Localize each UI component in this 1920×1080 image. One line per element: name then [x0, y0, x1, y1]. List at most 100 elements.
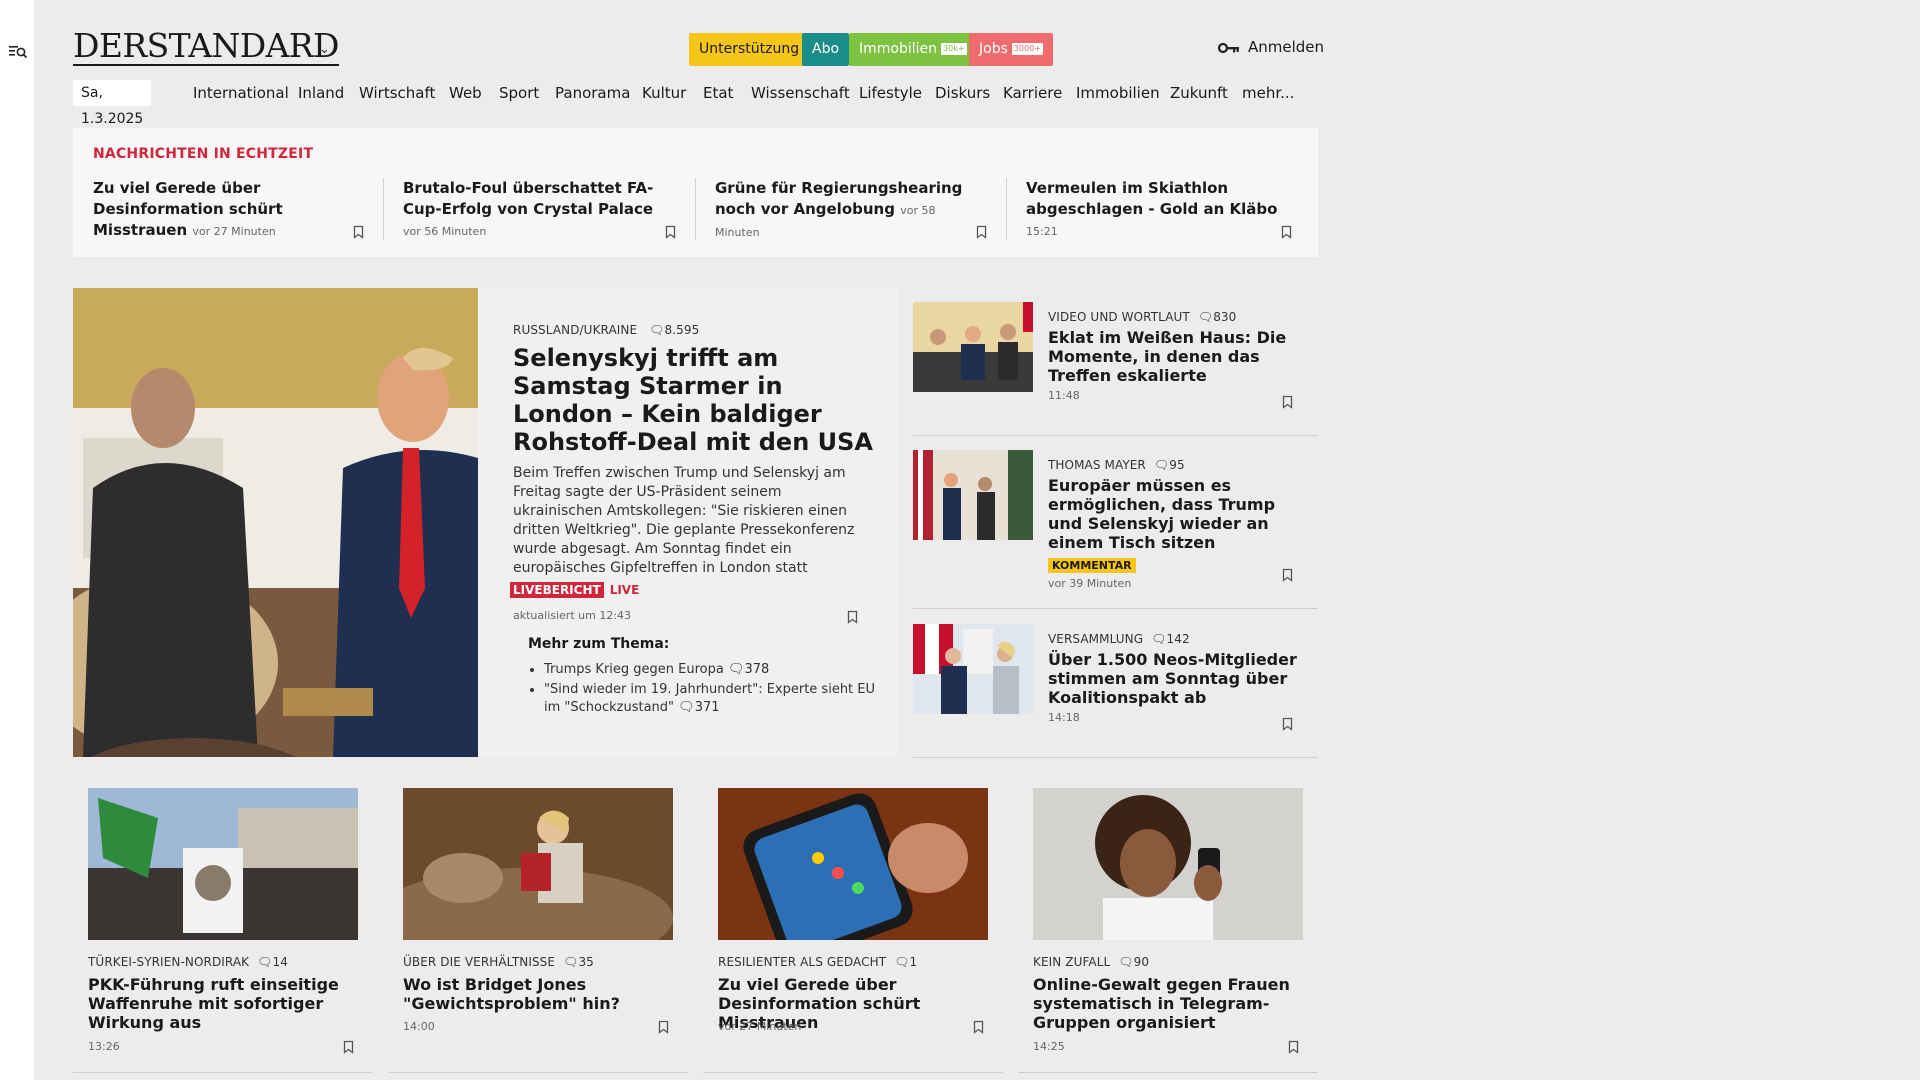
hero-image[interactable]: [73, 288, 478, 757]
card-divider: [73, 1072, 373, 1073]
comment-count: 95: [1169, 458, 1185, 472]
card-kicker: ÜBER DIE VERHÄLTNISSE 🗨︎35: [403, 955, 594, 969]
side-article[interactable]: VERSAMMLUNG 🗨︎142 Über 1.500 Neos-Mitglie…: [913, 624, 1318, 754]
bookmark-icon[interactable]: [343, 1039, 354, 1058]
login-button[interactable]: Anmelden: [1217, 38, 1325, 56]
card-headline[interactable]: Wo ist Bridget Jones "Gewichtsproblem" h…: [403, 975, 673, 1013]
livebericht-label: LIVEBERICHT: [510, 582, 604, 598]
jobs-button[interactable]: Jobs 3000+: [969, 33, 1053, 66]
nav-item-immobilien[interactable]: Immobilien: [1076, 80, 1160, 106]
card-image[interactable]: [88, 788, 358, 940]
comment-icon: 🗨︎: [1118, 955, 1134, 969]
nav-item-etat[interactable]: Etat: [703, 80, 733, 106]
nav-item-sport[interactable]: Sport: [499, 80, 539, 106]
nav-item-international[interactable]: International: [193, 80, 289, 106]
nav-item-panorama[interactable]: Panorama: [555, 80, 630, 106]
card-kicker: TÜRKEI-SYRIEN-NORDIRAK 🗨︎14: [88, 955, 288, 969]
side-divider: [913, 435, 1318, 436]
side-kicker-text: VIDEO UND WORTLAUT: [1048, 310, 1190, 324]
bookmark-icon[interactable]: [1281, 224, 1292, 243]
card-headline[interactable]: Online-Gewalt gegen Frauen systematisch …: [1033, 975, 1303, 1032]
immobilien-button[interactable]: Immobilien 30k+: [849, 33, 977, 66]
immobilien-count-badge: 30k+: [941, 43, 967, 55]
hero-article[interactable]: RUSSLAND/UKRAINE 🗨︎8.595 Selenyskyj trif…: [478, 288, 898, 757]
card-image[interactable]: [718, 788, 988, 940]
comment-badge: KOMMENTAR: [1048, 558, 1136, 573]
bookmark-icon[interactable]: [976, 224, 987, 243]
side-headline[interactable]: Europäer müssen es ermöglichen, dass Tru…: [1048, 476, 1308, 552]
bookmark-icon[interactable]: [847, 609, 858, 628]
list-item[interactable]: Trumps Krieg gegen Europa 🗨︎378: [544, 661, 884, 679]
side-article-image[interactable]: [913, 624, 1033, 714]
comment-count: 14: [272, 955, 288, 969]
abo-label: Abo: [812, 41, 840, 57]
nav-item-more[interactable]: mehr...: [1242, 80, 1294, 106]
ticker-headline: Vermeulen im Skiathlon abgeschlagen - Go…: [1026, 179, 1278, 218]
comment-icon: 🗨︎: [728, 662, 745, 677]
ticker-time: vor 56 Minuten: [403, 225, 487, 238]
ticker-time: 15:21: [1026, 225, 1058, 238]
hero-headline[interactable]: Selenyskyj trifft am Samstag Starmer in …: [513, 344, 873, 456]
side-divider: [913, 608, 1318, 609]
bookmark-icon[interactable]: [658, 1019, 669, 1038]
bookmark-icon[interactable]: [1282, 394, 1293, 413]
ticker-item[interactable]: Vermeulen im Skiathlon abgeschlagen - Go…: [1026, 178, 1286, 242]
ticker-item[interactable]: Brutalo-Foul überschattet FA-Cup-Erfolg …: [403, 178, 663, 242]
card-time: 14:00: [403, 1020, 435, 1033]
side-article-image[interactable]: [913, 302, 1033, 392]
login-label: Anmelden: [1248, 38, 1325, 56]
site-logo[interactable]: DERSTANDARD: [73, 28, 340, 66]
side-divider: [913, 757, 1318, 758]
comment-count: 830: [1213, 310, 1237, 324]
ticker-time: vor 27 Minuten: [192, 225, 276, 238]
side-article-image[interactable]: [913, 450, 1033, 540]
side-article[interactable]: THOMAS MAYER 🗨︎95 Europäer müssen es ermö…: [913, 450, 1318, 590]
nav-item-wirtschaft[interactable]: Wirtschaft: [359, 80, 435, 106]
side-time: 11:48: [1048, 389, 1080, 402]
side-kicker: VERSAMMLUNG 🗨︎142: [1048, 632, 1308, 646]
hero-kicker-text: RUSSLAND/UKRAINE: [513, 323, 638, 337]
side-kicker: VIDEO UND WORTLAUT 🗨︎830: [1048, 310, 1308, 324]
ticker-divider: [695, 178, 696, 240]
bookmark-icon[interactable]: [1282, 567, 1293, 586]
nav-item-wissenschaft[interactable]: Wissenschaft: [751, 80, 850, 106]
card-image[interactable]: [403, 788, 673, 940]
nav-item-lifestyle[interactable]: Lifestyle: [859, 80, 922, 106]
nav-item-inland[interactable]: Inland: [298, 80, 344, 106]
nav-item-diskurs[interactable]: Diskurs: [935, 80, 990, 106]
comment-count: 142: [1166, 632, 1190, 646]
bookmark-icon[interactable]: [1288, 1039, 1299, 1058]
comment-icon: 🗨︎: [1197, 310, 1214, 324]
bookmark-icon[interactable]: [665, 224, 676, 243]
comment-count: 1: [909, 955, 918, 969]
side-kicker-text: THOMAS MAYER: [1048, 458, 1146, 472]
nav-item-zukunft[interactable]: Zukunft: [1170, 80, 1228, 106]
menu-search-icon[interactable]: [9, 44, 29, 60]
card-headline[interactable]: PKK-Führung ruft einseitige Waffenruhe m…: [88, 975, 358, 1032]
comment-icon: 🗨︎: [257, 955, 273, 969]
support-button[interactable]: Unterstützung: [689, 33, 810, 66]
bookmark-icon[interactable]: [973, 1019, 984, 1038]
side-time: vor 39 Minuten: [1048, 577, 1132, 590]
hero-kicker: RUSSLAND/UKRAINE 🗨︎8.595: [513, 323, 699, 337]
jobs-label: Jobs: [979, 41, 1008, 57]
abo-button[interactable]: Abo: [802, 33, 850, 66]
left-rail: [0, 0, 34, 1080]
list-item[interactable]: "Sind wieder im 19. Jahrhundert": Expert…: [544, 681, 884, 717]
ticker-item[interactable]: Grüne für Regierungshearing noch vor Ang…: [715, 178, 975, 243]
chevron-down-icon[interactable]: ⌄: [319, 42, 330, 57]
card-time: 14:25: [1033, 1040, 1065, 1053]
card-image[interactable]: [1033, 788, 1303, 940]
bookmark-icon[interactable]: [353, 224, 364, 243]
side-headline[interactable]: Über 1.500 Neos-Mitglieder stimmen am So…: [1048, 650, 1308, 707]
nav-item-kultur[interactable]: Kultur: [642, 80, 686, 106]
nav-item-web[interactable]: Web: [449, 80, 482, 106]
side-time: 14:18: [1048, 711, 1080, 724]
bookmark-icon[interactable]: [1282, 716, 1293, 735]
side-headline[interactable]: Eklat im Weißen Haus: Die Momente, in de…: [1048, 328, 1308, 385]
ticker-title: NACHRICHTEN IN ECHTZEIT: [93, 146, 314, 162]
nav-item-karriere[interactable]: Karriere: [1003, 80, 1062, 106]
more-link[interactable]: Trumps Krieg gegen Europa: [544, 662, 724, 677]
side-article[interactable]: VIDEO UND WORTLAUT 🗨︎830 Eklat im Weißen …: [913, 302, 1318, 432]
ticker-item[interactable]: Zu viel Gerede über Desinformation schür…: [93, 178, 353, 242]
